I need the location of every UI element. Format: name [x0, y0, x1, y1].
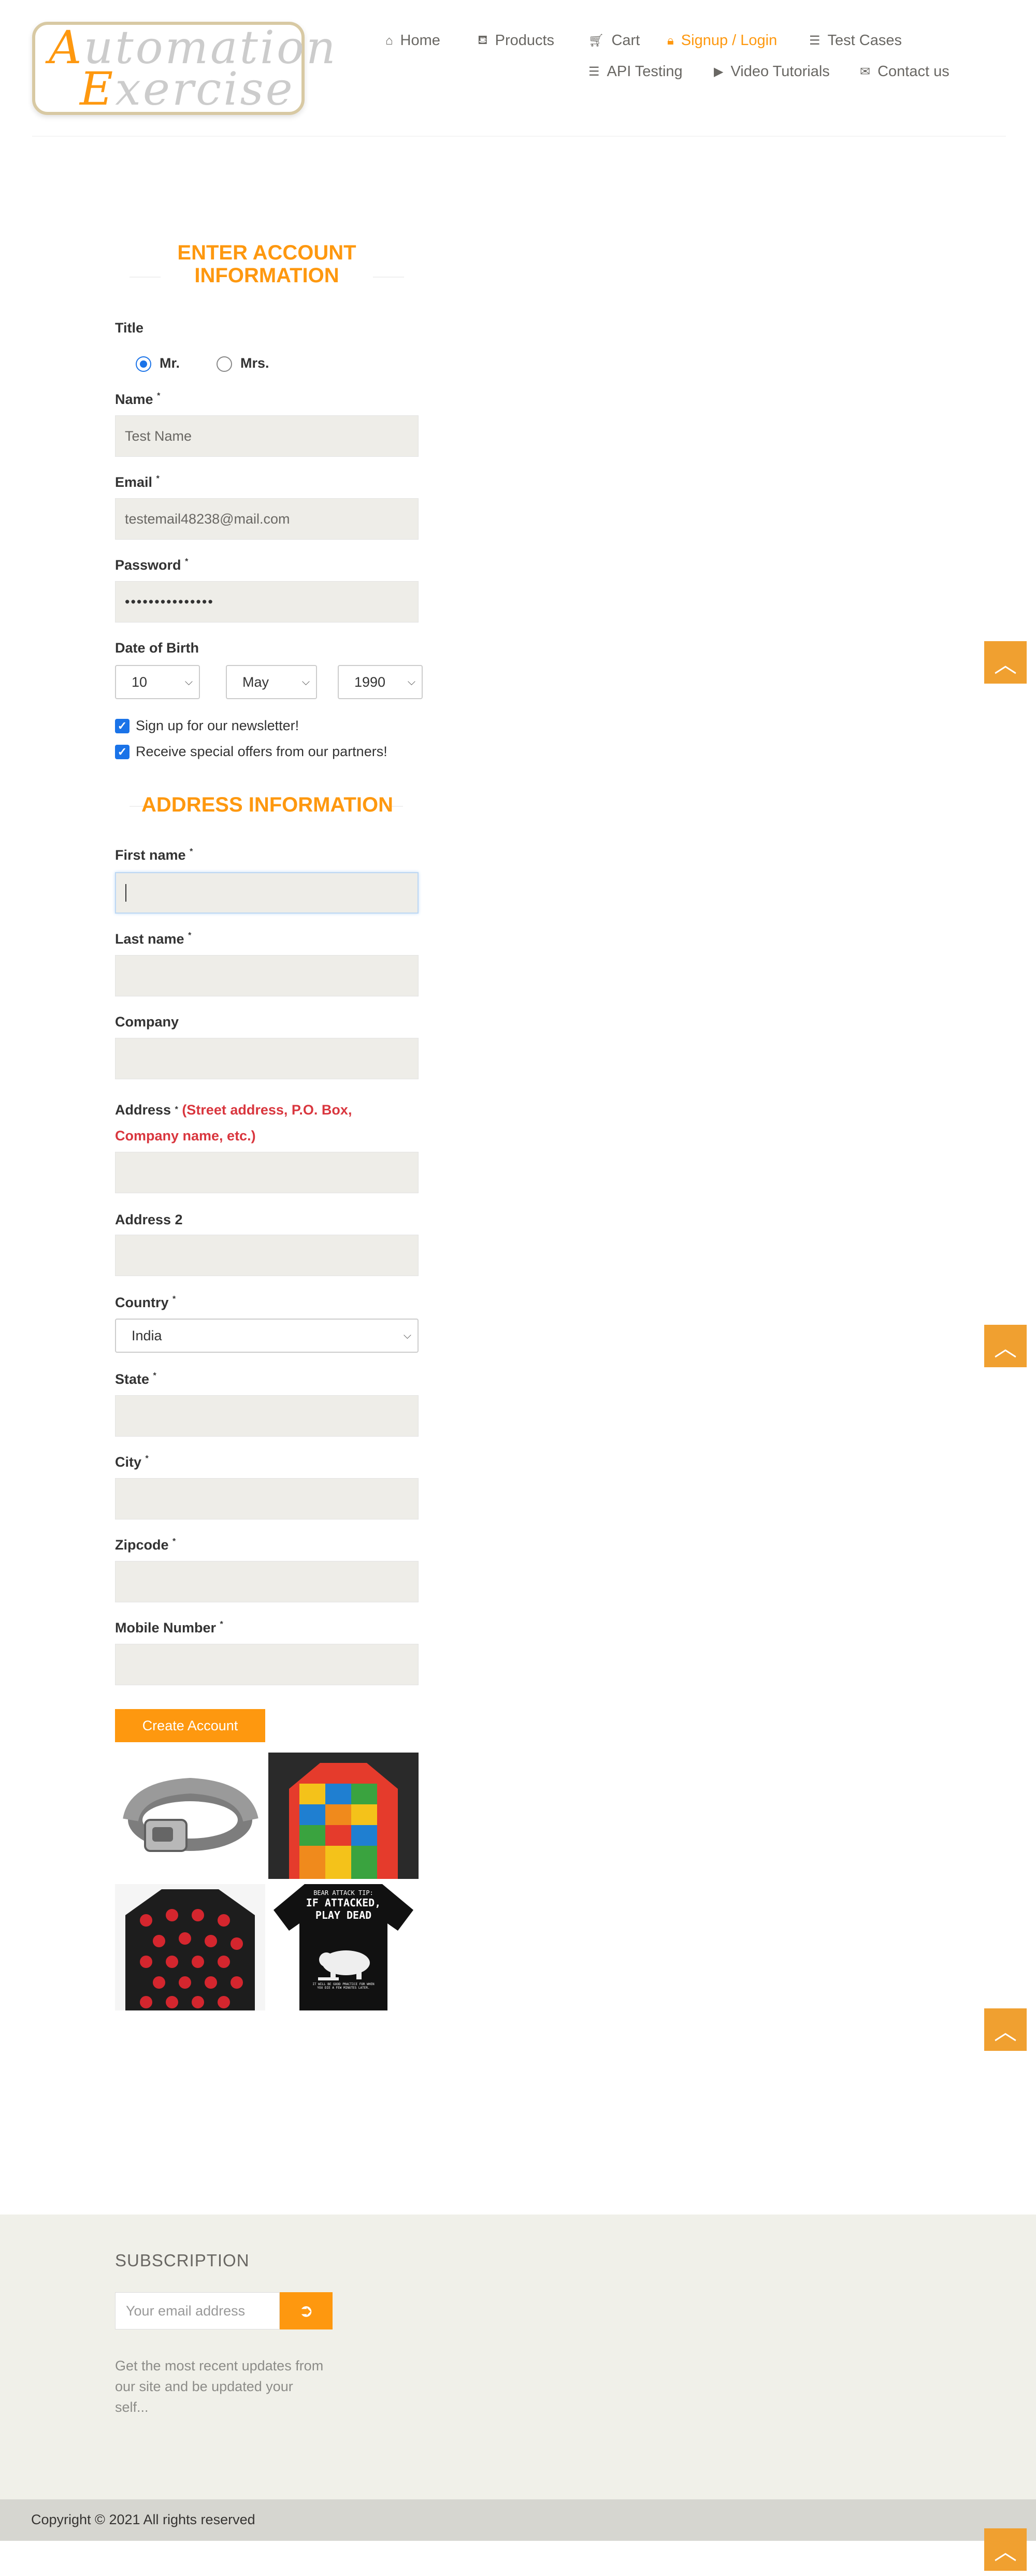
address-info-heading: ADDRESS INFORMATION	[141, 793, 393, 816]
company-label: Company	[115, 1014, 179, 1030]
last-name-field[interactable]	[115, 955, 419, 996]
title-mrs-radio[interactable]	[217, 356, 232, 372]
dob-label: Date of Birth	[115, 640, 199, 656]
state-label: State *	[115, 1371, 156, 1387]
chevron-down-icon: ⌵	[407, 676, 415, 688]
list-icon: ☰	[588, 65, 600, 79]
email-label: Email *	[115, 474, 160, 490]
name-label: Name *	[115, 392, 161, 407]
polka-shirt-ad-image[interactable]	[115, 1884, 265, 2010]
bear-tshirt-ad-image[interactable]: BEAR ATTACK TIP: IF ATTACKED, PLAY DEAD …	[268, 1884, 419, 2010]
arrow-circle-right-icon: ➲	[298, 2301, 314, 2321]
subscription-title: SUBSCRIPTION	[115, 2251, 250, 2270]
nav-products[interactable]: ⛾ Products	[478, 32, 554, 49]
list-icon: ☰	[809, 34, 821, 48]
title-mr-label: Mr.	[160, 355, 180, 371]
copyright-text: Copyright © 2021 All rights reserved	[31, 2512, 255, 2527]
home-icon: ⌂	[385, 33, 393, 48]
nav-home[interactable]: ⌂ Home	[385, 32, 440, 49]
offers-checkbox[interactable]: ✓	[115, 745, 130, 759]
city-label: City *	[115, 1454, 149, 1470]
chevron-down-icon: ⌵	[184, 676, 193, 688]
nav-signup-login[interactable]: 🔒︎ Signup / Login	[667, 32, 777, 49]
scroll-up-button[interactable]: ︿	[984, 2528, 1027, 2571]
offers-label: Receive special offers from our partners…	[136, 744, 387, 759]
subscribe-button[interactable]: ➲	[280, 2292, 333, 2329]
scroll-up-button[interactable]: ︿	[984, 641, 1027, 684]
first-name-field[interactable]	[115, 872, 419, 914]
address2-label: Address 2	[115, 1212, 183, 1227]
first-name-label: First name *	[115, 847, 193, 863]
logo-line-2: Exercise	[80, 62, 295, 115]
chevron-up-icon: ︿	[994, 2539, 1017, 2565]
nav-api-testing[interactable]: ☰ API Testing	[588, 63, 683, 80]
zipcode-field[interactable]	[115, 1561, 419, 1602]
address-field[interactable]	[115, 1152, 419, 1193]
address-label: Address * (Street address, P.O. Box, Com…	[115, 1102, 352, 1144]
belt-ad-image[interactable]	[115, 1753, 265, 1879]
city-field[interactable]	[115, 1478, 419, 1519]
nav-contact-us[interactable]: ✉ Contact us	[860, 63, 949, 80]
country-label: Country *	[115, 1295, 176, 1310]
scroll-up-button[interactable]: ︿	[984, 2008, 1027, 2051]
chevron-down-icon: ⌵	[403, 1329, 411, 1341]
subscribe-email-input[interactable]: Your email address	[115, 2292, 280, 2329]
title-label: Title	[115, 320, 144, 336]
create-account-button[interactable]: Create Account	[115, 1709, 265, 1742]
name-field[interactable]: Test Name	[115, 415, 419, 457]
dob-month-select[interactable]: May ⌵	[226, 665, 317, 699]
chevron-up-icon: ︿	[994, 2019, 1017, 2045]
tshirt-print: BEAR ATTACK TIP: IF ATTACKED, PLAY DEAD …	[306, 1889, 381, 1990]
password-label: Password *	[115, 557, 189, 573]
chevron-up-icon: ︿	[994, 652, 1017, 677]
nav-test-cases[interactable]: ☰ Test Cases	[809, 32, 902, 49]
subscription-text: Get the most recent updates from our sit…	[115, 2358, 324, 2415]
company-field[interactable]	[115, 1038, 419, 1079]
cart-icon: 🛒︎	[588, 34, 605, 48]
text-caret	[125, 884, 126, 902]
check-icon: ✓	[117, 719, 127, 732]
site-logo[interactable]: Automation Exercise	[32, 22, 336, 115]
chevron-up-icon: ︿	[994, 1336, 1017, 1361]
shirt-icon: ⛾	[478, 33, 488, 47]
title-mr-radio[interactable]	[136, 356, 151, 372]
chevron-down-icon: ⌵	[301, 676, 310, 688]
last-name-label: Last name *	[115, 931, 192, 947]
newsletter-checkbox[interactable]: ✓	[115, 719, 130, 733]
state-field[interactable]	[115, 1395, 419, 1437]
title-mrs-label: Mrs.	[240, 355, 269, 371]
header-divider	[32, 136, 1006, 137]
lock-icon: 🔒︎	[667, 33, 674, 48]
dob-day-select[interactable]: 10 ⌵	[115, 665, 200, 699]
mobile-label: Mobile Number *	[115, 1620, 223, 1636]
lego-shirt-ad-image[interactable]	[268, 1753, 419, 1879]
email-field[interactable]: testemail48238@mail.com	[115, 498, 419, 540]
address2-field[interactable]	[115, 1235, 419, 1276]
youtube-icon: ▶	[714, 65, 724, 79]
mobile-field[interactable]	[115, 1644, 419, 1685]
zipcode-label: Zipcode *	[115, 1537, 176, 1553]
nav-video-tutorials[interactable]: ▶ Video Tutorials	[714, 63, 830, 80]
account-info-heading: ENTER ACCOUNT INFORMATION	[177, 241, 356, 287]
envelope-icon: ✉	[860, 65, 871, 79]
scroll-up-button[interactable]: ︿	[984, 1325, 1027, 1367]
dob-year-select[interactable]: 1990 ⌵	[338, 665, 423, 699]
country-select[interactable]: India ⌵	[115, 1319, 419, 1353]
nav-cart[interactable]: 🛒︎ Cart	[588, 32, 640, 49]
newsletter-label: Sign up for our newsletter!	[136, 718, 299, 733]
password-field[interactable]: •••••••••••••••	[115, 581, 419, 623]
check-icon: ✓	[117, 745, 127, 758]
